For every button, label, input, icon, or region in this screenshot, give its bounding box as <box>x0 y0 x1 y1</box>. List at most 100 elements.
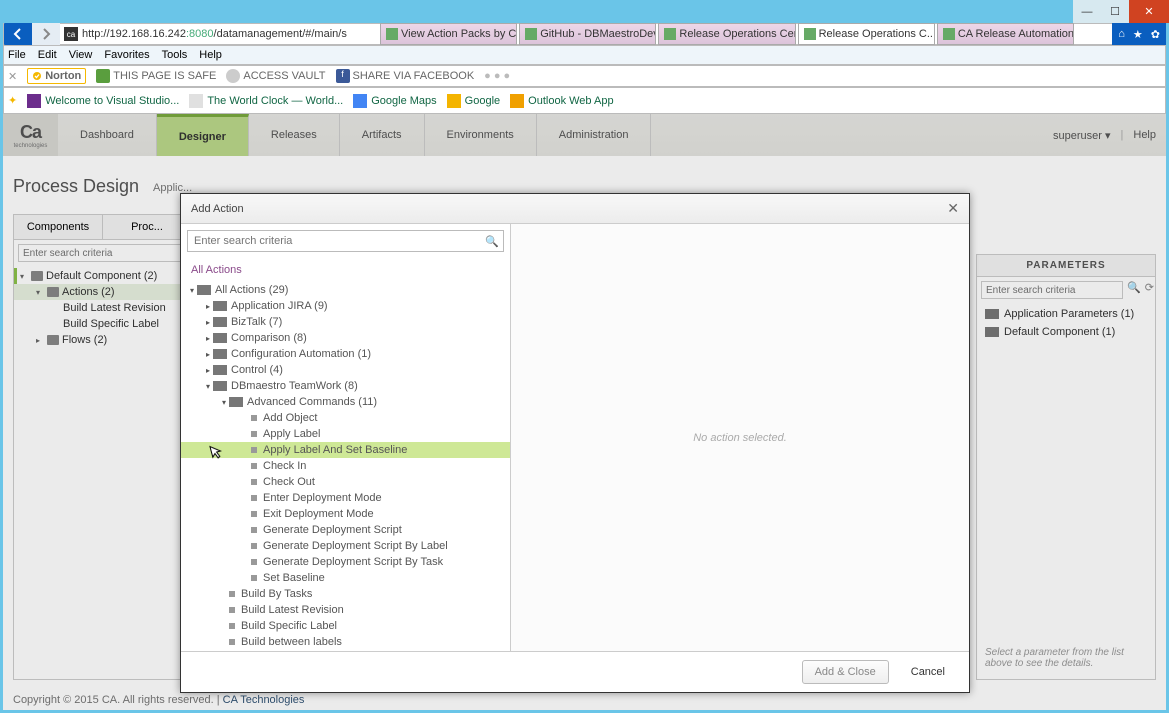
vault-button[interactable]: ACCESS VAULT <box>226 69 325 83</box>
browser-tab[interactable]: Release Operations Center <box>658 23 795 45</box>
app-header-right: superuser ▾ | Help <box>1043 129 1166 142</box>
action-search-input[interactable] <box>188 235 481 247</box>
browser-tab[interactable]: Release Operations C...✕ <box>798 23 935 45</box>
action-search: 🔍 <box>187 230 504 252</box>
action-tree-row[interactable]: ▸Check Out <box>181 474 510 490</box>
action-tree-row[interactable]: ▸Build Latest Revision <box>181 602 510 618</box>
action-tree-row[interactable]: ▸Enter Deployment Mode <box>181 490 510 506</box>
action-tree-row[interactable]: ▸BizTalk (7) <box>181 314 510 330</box>
add-and-close-button[interactable]: Add & Close <box>802 660 889 684</box>
bookmark-item[interactable]: Google Maps <box>353 94 436 108</box>
maximize-button[interactable]: ☐ <box>1101 0 1129 23</box>
norton-badge[interactable]: Norton <box>27 68 86 84</box>
browser-tab[interactable]: GitHub - DBMaestroDev/... <box>519 23 656 45</box>
parameters-hint: Select a parameter from the list above t… <box>985 647 1147 669</box>
tree-node[interactable]: ▾Actions (2) <box>14 284 192 300</box>
app-nav: DashboardDesignerReleasesArtifactsEnviro… <box>58 114 651 156</box>
footer: Copyright © 2015 CA. All rights reserved… <box>13 694 304 706</box>
nav-forward-button[interactable] <box>32 23 60 45</box>
tab-processes[interactable]: Proc... <box>103 215 192 239</box>
action-tree-row[interactable]: ▸Control (4) <box>181 362 510 378</box>
menu-tools[interactable]: Tools <box>162 49 188 61</box>
star-icon[interactable]: ★ <box>1133 28 1143 41</box>
gear-icon[interactable]: ✿ <box>1151 28 1160 41</box>
left-panel-tabs: Components Proc... <box>14 215 192 240</box>
toolstrip: ✕ Norton THIS PAGE IS SAFE ACCESS VAULT … <box>3 65 1166 87</box>
parameters-list: Application Parameters (1)Default Compon… <box>977 303 1155 343</box>
action-tree-row[interactable]: ▸Build By Tasks <box>181 586 510 602</box>
home-icon[interactable]: ⌂ <box>1118 28 1125 40</box>
action-tree-row[interactable]: ▸Deploy <box>181 650 510 651</box>
modal-title-bar: Add Action ✕ <box>181 194 969 224</box>
action-tree-row[interactable]: ▸Apply Label And Set Baseline <box>181 442 510 458</box>
toolstrip-close-icon[interactable]: ✕ <box>8 70 17 83</box>
window-controls: — ☐ ✕ <box>1073 0 1169 23</box>
nav-dashboard[interactable]: Dashboard <box>58 114 157 156</box>
menu-help[interactable]: Help <box>199 49 222 61</box>
nav-releases[interactable]: Releases <box>249 114 340 156</box>
action-tree-row[interactable]: ▸Application JIRA (9) <box>181 298 510 314</box>
menu-bar: File Edit View Favorites Tools Help <box>3 45 1166 65</box>
page-title: Process Design <box>13 176 139 197</box>
search-icon[interactable]: 🔍 <box>1127 281 1141 299</box>
action-tree-row[interactable]: ▾All Actions (29) <box>181 282 510 298</box>
browser-tabs: View Action Packs by Cat...GitHub - DBMa… <box>380 23 1074 45</box>
modal-close-icon[interactable]: ✕ <box>947 200 959 217</box>
nav-designer[interactable]: Designer <box>157 114 249 156</box>
bookmark-item[interactable]: Welcome to Visual Studio... <box>27 94 179 108</box>
tree-node[interactable]: Build Latest Revision <box>14 300 192 316</box>
action-tree-row[interactable]: ▸Check In <box>181 458 510 474</box>
parameters-search-input[interactable] <box>981 281 1123 299</box>
bookmark-item[interactable]: Outlook Web App <box>510 94 613 108</box>
nav-back-button[interactable] <box>4 23 32 45</box>
cancel-button[interactable]: Cancel <box>899 660 957 684</box>
action-tree-row[interactable]: ▾Advanced Commands (11) <box>181 394 510 410</box>
refresh-icon[interactable]: ⟳ <box>1145 281 1154 299</box>
add-bookmark-icon[interactable]: ✦ <box>8 94 17 107</box>
nav-environments[interactable]: Environments <box>425 114 537 156</box>
browser-tab[interactable]: View Action Packs by Cat... <box>380 23 517 45</box>
minimize-button[interactable]: — <box>1073 0 1101 23</box>
bookmark-item[interactable]: The World Clock — World... <box>189 94 343 108</box>
site-favicon: ca <box>64 27 78 41</box>
close-window-button[interactable]: ✕ <box>1129 0 1169 23</box>
action-tree-row[interactable]: ▸Add Object <box>181 410 510 426</box>
action-tree-row[interactable]: ▸Configuration Automation (1) <box>181 346 510 362</box>
menu-edit[interactable]: Edit <box>38 49 57 61</box>
parameter-item[interactable]: Application Parameters (1) <box>977 305 1155 323</box>
search-icon[interactable]: 🔍 <box>481 235 503 248</box>
menu-favorites[interactable]: Favorites <box>104 49 149 61</box>
footer-link[interactable]: CA Technologies <box>223 694 305 706</box>
left-search-input[interactable] <box>18 244 188 262</box>
action-tree: ▾All Actions (29)▸Application JIRA (9)▸B… <box>181 282 510 651</box>
tree-node[interactable]: ▾Default Component (2) <box>14 268 192 284</box>
all-actions-header[interactable]: All Actions <box>181 258 510 282</box>
action-tree-row[interactable]: ▸Build between labels <box>181 634 510 650</box>
user-menu[interactable]: superuser ▾ <box>1053 129 1111 142</box>
action-tree-row[interactable]: ▾DBmaestro TeamWork (8) <box>181 378 510 394</box>
action-tree-row[interactable]: ▸Comparison (8) <box>181 330 510 346</box>
browser-tab[interactable]: CA Release Automation I... <box>937 23 1074 45</box>
tree-node[interactable]: ▸Flows (2) <box>14 332 192 348</box>
help-link[interactable]: Help <box>1133 129 1156 141</box>
nav-administration[interactable]: Administration <box>537 114 652 156</box>
action-tree-row[interactable]: ▸Apply Label <box>181 426 510 442</box>
browser-right-toolbar: ⌂ ★ ✿ <box>1112 23 1166 45</box>
menu-file[interactable]: File <box>8 49 26 61</box>
action-tree-row[interactable]: ▸Build Specific Label <box>181 618 510 634</box>
action-tree-row[interactable]: ▸Set Baseline <box>181 570 510 586</box>
tab-components[interactable]: Components <box>14 215 103 239</box>
tree-node[interactable]: Build Specific Label <box>14 316 192 332</box>
nav-artifacts[interactable]: Artifacts <box>340 114 425 156</box>
modal-footer: Add & Close Cancel <box>181 652 969 692</box>
more-dots[interactable]: ● ● ● <box>484 70 510 82</box>
bookmark-item[interactable]: Google <box>447 94 500 108</box>
action-tree-row[interactable]: ▸Generate Deployment Script By Label <box>181 538 510 554</box>
action-detail-pane: No action selected. <box>511 224 969 651</box>
action-tree-row[interactable]: ▸Generate Deployment Script <box>181 522 510 538</box>
action-tree-row[interactable]: ▸Exit Deployment Mode <box>181 506 510 522</box>
share-facebook[interactable]: fSHARE VIA FACEBOOK <box>336 69 475 83</box>
parameter-item[interactable]: Default Component (1) <box>977 323 1155 341</box>
action-tree-row[interactable]: ▸Generate Deployment Script By Task <box>181 554 510 570</box>
menu-view[interactable]: View <box>69 49 93 61</box>
